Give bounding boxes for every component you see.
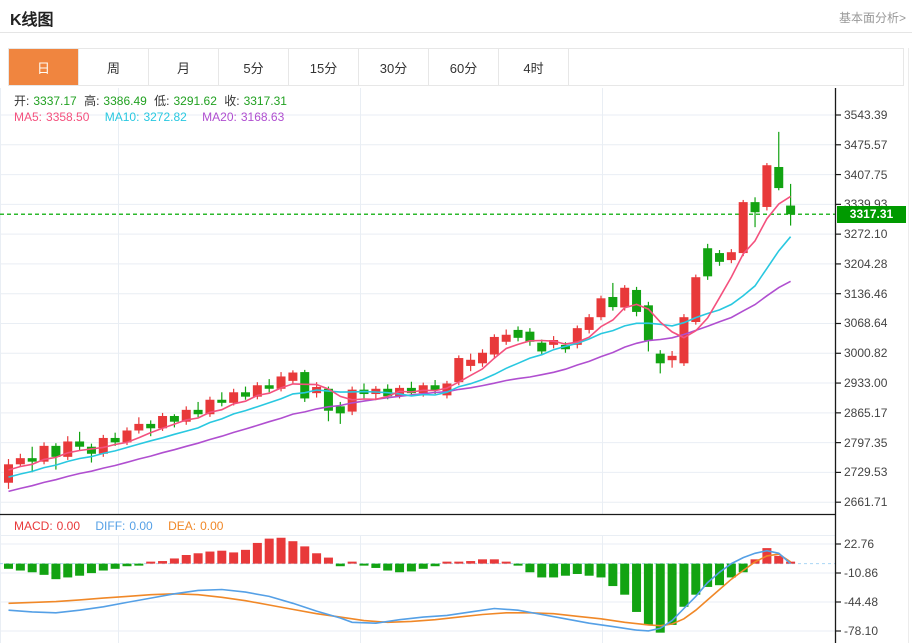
high-label: 高: — [84, 94, 100, 108]
ma10-label: MA10: — [104, 110, 140, 124]
diff-value: 0.00 — [129, 519, 153, 533]
diff-label: DIFF: — [95, 519, 126, 533]
ma10-value: 3272.82 — [143, 110, 187, 124]
macd-label: MACD: — [14, 519, 53, 533]
axis-tick-label: 3136.46 — [844, 286, 888, 301]
axis-tick-label: 2797.35 — [844, 435, 888, 450]
ma20-value: 3168.63 — [240, 110, 285, 124]
close-value: 3317.31 — [243, 94, 287, 108]
axis-tick-label: 3475.57 — [844, 137, 888, 152]
kline-widget: K线图 基本面分析> 日 周 月 5分 15分 30分 60分 4时 开: 333… — [0, 0, 912, 643]
axis-tick-label: 3000.82 — [844, 346, 888, 361]
axis-tick-label: -44.48 — [844, 595, 879, 609]
close-label: 收: — [224, 94, 240, 108]
dea-label: DEA: — [168, 519, 197, 533]
low-value: 3291.62 — [173, 94, 217, 108]
last-price-badge: 3317.31 — [837, 205, 906, 223]
axis-tick-label: -78.10 — [844, 624, 879, 638]
axis-tick-label: 3543.39 — [844, 108, 888, 122]
axis-tick-label: 3068.64 — [844, 316, 888, 331]
low-label: 低: — [154, 94, 170, 108]
axis-tick-label: 2729.53 — [844, 465, 888, 480]
open-label: 开: — [14, 94, 30, 108]
ma5-label: MA5: — [14, 110, 43, 124]
ma20-label: MA20: — [202, 110, 237, 124]
ma5-value: 3358.50 — [46, 110, 90, 124]
axis-tick-label: 3204.28 — [844, 256, 888, 271]
axis-tick-label: 2933.00 — [844, 376, 888, 391]
axis-tick-label: 3407.75 — [844, 167, 888, 182]
axis-tick-label: 2865.17 — [844, 405, 888, 420]
open-value: 3337.17 — [33, 94, 77, 108]
dea-value: 0.00 — [200, 519, 224, 533]
axis-tick-label: 22.76 — [844, 537, 875, 551]
ma-legend: MA5: 3358.50 MA10: 3272.82 MA20: 3168.63 — [14, 110, 288, 124]
ohlc-legend: 开: 3337.17 高: 3386.49 低: 3291.62 收: 3317.31 — [14, 92, 291, 109]
axis-tick-label: 3272.10 — [844, 227, 888, 242]
macd-legend: MACD: 0.00 DIFF: 0.00 DEA: 0.00 — [14, 519, 227, 533]
axis-tick-label: -10.86 — [844, 566, 879, 580]
macd-value: 0.00 — [56, 519, 81, 533]
high-value: 3386.49 — [103, 94, 147, 108]
axis-tick-label: 2661.71 — [844, 495, 888, 510]
